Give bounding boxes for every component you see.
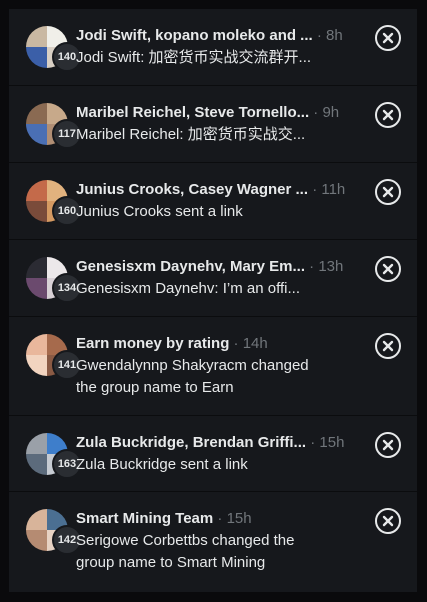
avatar-photo: [26, 454, 47, 475]
dismiss-button[interactable]: [375, 256, 401, 282]
avatar-photo: [26, 334, 47, 355]
conversation-title-line: Earn money by rating · 14h: [76, 334, 362, 354]
conversation-title: Earn money by rating: [76, 335, 230, 352]
conversation-title-line: Smart Mining Team · 15h: [76, 509, 362, 529]
time-value: 15h: [226, 510, 252, 527]
conversation-title: Maribel Reichel, Steve Tornello...: [76, 104, 310, 121]
avatar-photo: [26, 530, 47, 551]
conversation-row[interactable]: 134 Genesisxm Daynehv, Mary Em... · 13h …: [9, 240, 417, 317]
dismiss-button[interactable]: [375, 333, 401, 359]
message-preview: Genesisxm Daynehv: I’m an offi...: [76, 280, 300, 297]
conversation-title-line: Jodi Swift, kopano moleko and ... · 8h: [76, 26, 362, 46]
avatar-photo: [26, 201, 47, 222]
message-preview: Jodi Swift: 加密货币实战交流群开...: [76, 49, 312, 66]
conversation-time: · 15h: [217, 510, 252, 527]
avatar-photo: [26, 278, 47, 299]
close-x-icon: [382, 515, 394, 527]
time-value: 13h: [318, 258, 344, 275]
conversation-title: Smart Mining Team: [76, 510, 214, 527]
conversation-title-line: Maribel Reichel, Steve Tornello... · 9h: [76, 103, 362, 123]
conversation-row[interactable]: 141 Earn money by rating · 14h Gwendalyn…: [9, 317, 417, 416]
time-value: 9h: [322, 104, 340, 121]
conversation-time: · 9h: [313, 104, 340, 121]
dismiss-button[interactable]: [375, 508, 401, 534]
avatar-photo: [26, 180, 47, 201]
avatar-photo: [26, 355, 47, 376]
conversation-title: Jodi Swift, kopano moleko and ...: [76, 27, 313, 44]
conversation-row[interactable]: 117 Maribel Reichel, Steve Tornello... ·…: [9, 86, 417, 163]
message-preview: Maribel Reichel: 加密货币实战交...: [76, 126, 306, 143]
avatar-photo: [26, 433, 47, 454]
conversation-row[interactable]: 160 Junius Crooks, Casey Wagner ... · 11…: [9, 163, 417, 240]
conversation-title-line: Zula Buckridge, Brendan Griffi... · 15h: [76, 433, 362, 453]
conversation-time: · 14h: [233, 335, 268, 352]
conversation-row[interactable]: 140 Jodi Swift, kopano moleko and ... · …: [9, 9, 417, 86]
avatar-photo: [26, 47, 47, 68]
avatar-photo: [26, 103, 47, 124]
conversation-list: 140 Jodi Swift, kopano moleko and ... · …: [9, 9, 417, 592]
conversation-time: · 11h: [312, 181, 346, 198]
time-value: 15h: [319, 434, 345, 451]
avatar-photo: [26, 257, 47, 278]
message-preview: Serigowe Corbettbs changed the group nam…: [76, 532, 295, 571]
conversation-title-line: Genesisxm Daynehv, Mary Em... · 13h: [76, 257, 362, 277]
conversation-row[interactable]: 163 Zula Buckridge, Brendan Griffi... · …: [9, 416, 417, 492]
conversation-title-line: Junius Crooks, Casey Wagner ... · 11h: [76, 180, 362, 200]
conversation-title: Junius Crooks, Casey Wagner ...: [76, 181, 309, 198]
avatar-photo: [26, 26, 47, 47]
close-x-icon: [382, 263, 394, 275]
close-x-icon: [382, 439, 394, 451]
avatar-photo: [26, 124, 47, 145]
time-value: 11h: [321, 181, 346, 198]
close-x-icon: [382, 340, 394, 352]
conversation-time: · 13h: [309, 258, 344, 275]
message-preview: Gwendalynnp Shakyracm changed the group …: [76, 357, 309, 396]
time-value: 14h: [242, 335, 268, 352]
message-preview: Zula Buckridge sent a link: [76, 456, 248, 473]
close-x-icon: [382, 109, 394, 121]
conversation-title: Genesisxm Daynehv, Mary Em...: [76, 258, 305, 275]
dismiss-button[interactable]: [375, 179, 401, 205]
dismiss-button[interactable]: [375, 432, 401, 458]
conversation-time: · 15h: [310, 434, 345, 451]
conversation-title: Zula Buckridge, Brendan Griffi...: [76, 434, 307, 451]
time-value: 8h: [326, 27, 343, 44]
dismiss-button[interactable]: [375, 102, 401, 128]
close-x-icon: [382, 186, 394, 198]
avatar-photo: [26, 509, 47, 530]
message-preview: Junius Crooks sent a link: [76, 203, 243, 220]
close-x-icon: [382, 32, 394, 44]
conversation-time: · 8h: [316, 27, 343, 44]
dismiss-button[interactable]: [375, 25, 401, 51]
conversation-row[interactable]: 142 Smart Mining Team · 15h Serigowe Cor…: [9, 492, 417, 592]
